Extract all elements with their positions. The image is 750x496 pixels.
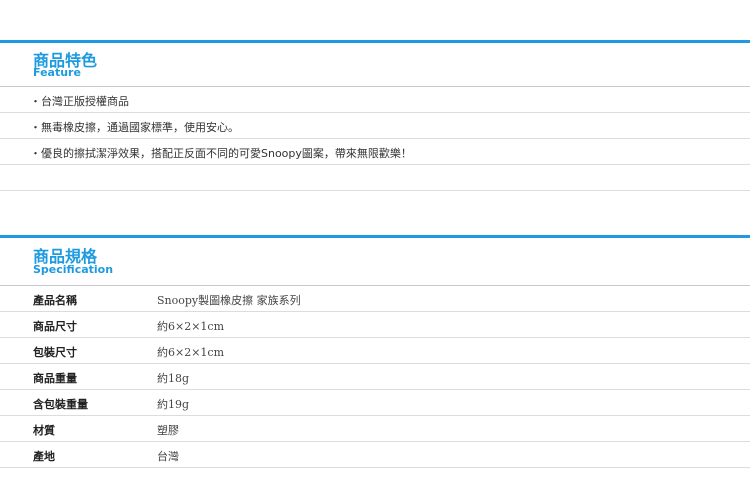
feature-item: ・優良的擦拭潔淨效果，搭配正反面不同的可愛Snoopy圖案，帶來無限歡樂！ <box>0 139 750 165</box>
spec-value: 約6×2×1cm <box>157 320 225 333</box>
spec-label: 產品名稱 <box>33 294 77 307</box>
spec-value: 塑膠 <box>157 424 179 437</box>
spec-row-material: 材質 塑膠 <box>0 416 750 442</box>
spec-subtitle: Specification <box>33 263 114 276</box>
feature-item-text: ・台灣正版授權商品 <box>30 95 129 108</box>
feature-item-text: ・無毒橡皮擦，通過國家標準，使用安心。 <box>30 121 239 134</box>
feature-subtitle: Feature <box>33 66 81 79</box>
feature-item-text: ・優良的擦拭潔淨效果，搭配正反面不同的可愛Snoopy圖案，帶來無限歡樂！ <box>30 147 412 160</box>
spec-label: 材質 <box>33 424 55 437</box>
spec-value: 約19g <box>157 398 190 411</box>
spec-label: 商品重量 <box>33 372 77 385</box>
spec-row-package-size: 包裝尺寸 約6×2×1cm <box>0 338 750 364</box>
spec-value: 約18g <box>157 372 190 385</box>
spec-label: 含包裝重量 <box>33 398 88 411</box>
spec-value: 約6×2×1cm <box>157 346 225 359</box>
spec-row-product-size: 商品尺寸 約6×2×1cm <box>0 312 750 338</box>
spec-label: 包裝尺寸 <box>33 346 77 359</box>
spec-value: 台灣 <box>157 450 179 463</box>
spec-label: 商品尺寸 <box>33 320 77 333</box>
feature-item: ・台灣正版授權商品 <box>0 87 750 113</box>
feature-empty-row <box>0 165 750 191</box>
spec-row-product-weight: 商品重量 約18g <box>0 364 750 390</box>
spec-row-product-name: 產品名稱 Snoopy製圖橡皮擦 家族系列 <box>0 286 750 312</box>
spec-value: Snoopy製圖橡皮擦 家族系列 <box>157 294 301 307</box>
spec-row-origin: 產地 台灣 <box>0 442 750 468</box>
spec-row-package-weight: 含包裝重量 約19g <box>0 390 750 416</box>
feature-item: ・無毒橡皮擦，通過國家標準，使用安心。 <box>0 113 750 139</box>
spec-top-rule <box>0 235 750 238</box>
spec-label: 產地 <box>33 450 55 463</box>
feature-top-rule <box>0 40 750 43</box>
